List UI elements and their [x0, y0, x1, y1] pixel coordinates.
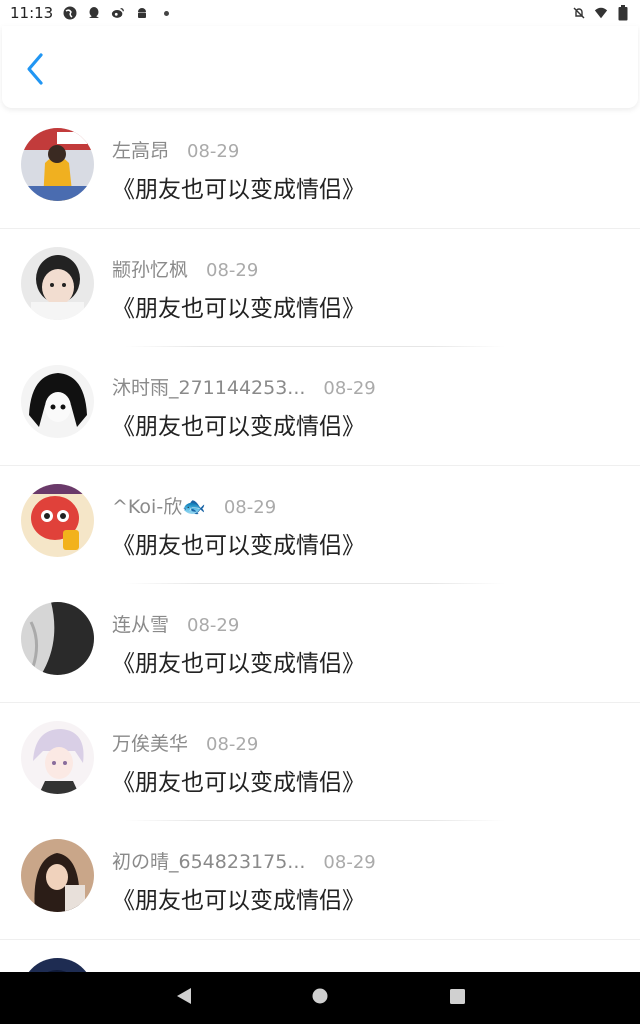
comment-date: 08-29 [223, 496, 277, 518]
back-button[interactable] [20, 52, 50, 90]
list-item[interactable]: ^Koi-欣🐟 08-29 《朋友也可以变成情侣》 [0, 466, 640, 584]
user-name[interactable]: 初の晴_654823175... [112, 847, 305, 874]
comment-date: 08-29 [323, 378, 376, 399]
comment-text: 《朋友也可以变成情侣》 [112, 177, 365, 203]
avatar[interactable] [21, 365, 94, 438]
comment-list: 左高昂 08-29 《朋友也可以变成情侣》 颛孙忆枫 08-29 《朋友也可以变… [0, 110, 640, 972]
navigation-bar [0, 972, 640, 1024]
avatar[interactable] [21, 839, 94, 912]
avatar[interactable] [21, 246, 94, 320]
wifi-icon [594, 6, 608, 20]
avatar[interactable] [21, 602, 94, 675]
avatar[interactable] [21, 720, 94, 794]
status-time: 11:13 [10, 4, 54, 22]
mute-bell-icon [572, 6, 586, 20]
list-item[interactable]: 连从雪 08-29 《朋友也可以变成情侣》 [0, 584, 640, 703]
nav-recents-button[interactable] [447, 988, 467, 1008]
user-name[interactable]: 左高昂 [112, 136, 169, 163]
list-item[interactable]: 万俟美华 08-29 《朋友也可以变成情侣》 [0, 703, 640, 821]
avatar[interactable] [21, 483, 94, 557]
list-item[interactable]: 沐时雨_271144253... 08-29 《朋友也可以变成情侣》 [0, 347, 640, 466]
nav-back-button[interactable] [174, 988, 194, 1008]
comment-text: 《朋友也可以变成情侣》 [112, 532, 365, 559]
status-bar: 11:13 [0, 0, 640, 26]
comment-text: 《朋友也可以变成情侣》 [112, 295, 365, 322]
user-name[interactable]: 连从雪 [112, 610, 169, 637]
comment-text: 《朋友也可以变成情侣》 [112, 414, 365, 440]
list-item[interactable]: 颛孙忆枫 08-29 《朋友也可以变成情侣》 [0, 229, 640, 347]
weibo-icon [111, 6, 125, 20]
recents-square-icon [449, 988, 466, 1009]
avatar[interactable] [21, 957, 94, 972]
user-name[interactable]: 颛孙忆枫 [112, 255, 188, 282]
comment-date: 08-29 [206, 733, 259, 755]
globe-icon [63, 6, 77, 20]
battery-icon [616, 5, 630, 21]
home-circle-icon [311, 987, 329, 1009]
comment-date: 08-29 [323, 852, 376, 873]
comment-date: 08-29 [187, 141, 240, 162]
comment-text: 《朋友也可以变成情侣》 [112, 888, 365, 914]
avatar[interactable] [21, 128, 94, 201]
header-bar [2, 26, 638, 108]
list-item[interactable]: 左高昂 08-29 《朋友也可以变成情侣》 [0, 110, 640, 229]
qq-icon [87, 6, 101, 20]
list-item[interactable] [0, 940, 640, 972]
comment-date: 08-29 [206, 259, 259, 281]
back-triangle-icon [176, 987, 192, 1009]
chevron-left-icon [25, 52, 45, 90]
user-name[interactable]: 沐时雨_271144253... [112, 373, 305, 400]
comment-text: 《朋友也可以变成情侣》 [112, 769, 365, 796]
user-name[interactable]: ^Koi-欣🐟 [112, 492, 206, 519]
list-item[interactable]: 初の晴_654823175... 08-29 《朋友也可以变成情侣》 [0, 821, 640, 940]
nav-home-button[interactable] [310, 988, 330, 1008]
user-name[interactable]: 万俟美华 [112, 729, 188, 756]
dot-icon [159, 6, 173, 20]
android-icon [135, 6, 149, 20]
comment-text: 《朋友也可以变成情侣》 [112, 651, 365, 677]
comment-date: 08-29 [187, 615, 240, 636]
